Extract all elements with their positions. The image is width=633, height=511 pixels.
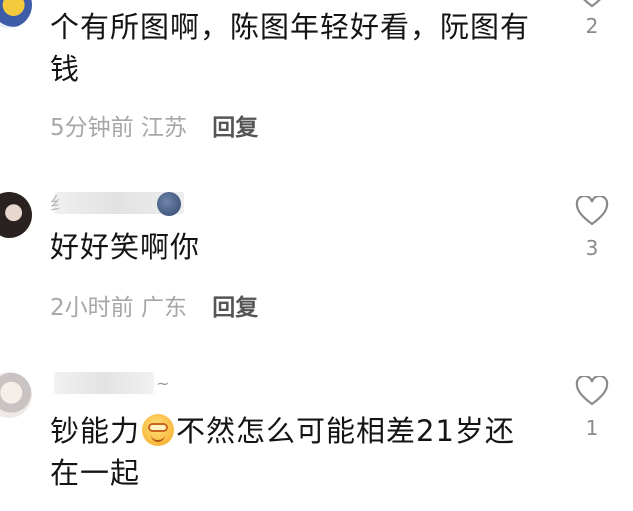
heart-outline-icon — [583, 0, 601, 8]
moon-emoji-icon — [157, 192, 181, 216]
comment-item: ~ 钞能力 不然怎么可能相差21岁还在一起 1 — [0, 360, 633, 511]
username-blurred[interactable] — [54, 372, 154, 394]
comment-time: 5分钟前 — [50, 115, 134, 141]
like-button[interactable]: 2 — [574, 0, 610, 38]
username-suffix-icon: ~ — [156, 374, 170, 393]
reply-button[interactable]: 回复 — [212, 115, 258, 141]
heart-outline-icon — [575, 376, 609, 406]
like-count: 1 — [585, 416, 599, 440]
like-button[interactable]: 1 — [574, 376, 610, 440]
like-button[interactable]: 3 — [574, 196, 610, 260]
comment-text: 好好笑啊你 — [50, 230, 201, 264]
comment-item: 纟 好好笑啊你 2小时前 广东 回复 3 — [0, 180, 633, 340]
username-prefix: 纟 — [50, 194, 68, 215]
reply-button[interactable]: 回复 — [212, 295, 258, 321]
comment-text: 个有所图啊，陈图年轻好看，阮图有钱 — [50, 10, 531, 86]
smile-emoji-icon — [142, 414, 175, 446]
avatar[interactable] — [0, 192, 32, 238]
heart-outline-icon — [575, 196, 609, 226]
comment-text: 钞能力 不然怎么可能相差21岁还在一起 — [50, 410, 540, 494]
comment-text-part: 钞能力 — [50, 414, 141, 448]
comment-meta: 5分钟前 江苏 回复 — [50, 108, 258, 142]
like-count: 3 — [585, 236, 599, 260]
avatar[interactable] — [0, 0, 32, 28]
comment-location: 广东 — [140, 295, 187, 321]
comment-location: 江苏 — [140, 115, 187, 141]
comment-item: 个有所图啊，陈图年轻好看，阮图有钱 5分钟前 江苏 回复 2 — [0, 0, 633, 160]
comment-time: 2小时前 — [50, 295, 134, 321]
like-count: 2 — [585, 14, 599, 38]
avatar[interactable] — [0, 372, 32, 418]
comment-meta: 2小时前 广东 回复 — [50, 288, 258, 322]
